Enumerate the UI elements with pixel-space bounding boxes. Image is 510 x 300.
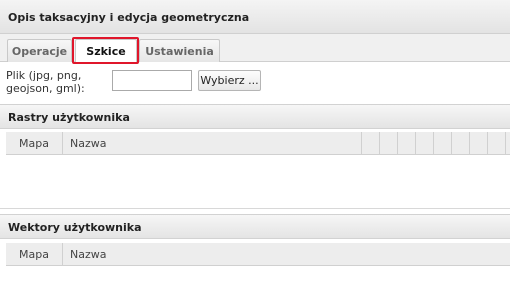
vectors-grid-body (6, 267, 510, 300)
rasters-grid-header: Mapa Nazwa (6, 132, 510, 155)
tab-ustawienia[interactable]: Ustawienia (139, 39, 220, 62)
file-path-input[interactable] (112, 70, 192, 91)
rasters-column-empty (434, 132, 452, 155)
section-divider (0, 208, 510, 209)
rasters-column-empty (452, 132, 470, 155)
file-label: Plik (jpg, png, geojson, gml): (6, 69, 85, 95)
choose-file-button[interactable]: Wybierz ... (198, 70, 261, 91)
rasters-column-empty (362, 132, 380, 155)
rasters-column-empty (398, 132, 416, 155)
rasters-grid-body (6, 156, 510, 208)
rasters-section-title: Rastry użytkownika (8, 111, 130, 124)
vectors-grid-header: Mapa Nazwa (6, 243, 510, 266)
rasters-column-empty (470, 132, 488, 155)
rasters-column-empty (488, 132, 506, 155)
vectors-column-mapa[interactable]: Mapa (6, 243, 63, 266)
rasters-column-empty (416, 132, 434, 155)
vectors-section-header: Wektory użytkownika (0, 214, 510, 239)
tab-operacje[interactable]: Operacje (7, 39, 72, 62)
rasters-column-nazwa[interactable]: Nazwa (63, 132, 362, 155)
vectors-column-nazwa[interactable]: Nazwa (63, 243, 362, 266)
selected-tab-highlight (72, 37, 139, 64)
rasters-column-empty (380, 132, 398, 155)
vectors-section-title: Wektory użytkownika (8, 221, 142, 234)
rasters-column-mapa[interactable]: Mapa (6, 132, 63, 155)
rasters-section-header: Rastry użytkownika (0, 104, 510, 129)
panel-header: Opis taksacyjny i edycja geometryczna (0, 0, 510, 34)
panel-title: Opis taksacyjny i edycja geometryczna (8, 11, 250, 24)
